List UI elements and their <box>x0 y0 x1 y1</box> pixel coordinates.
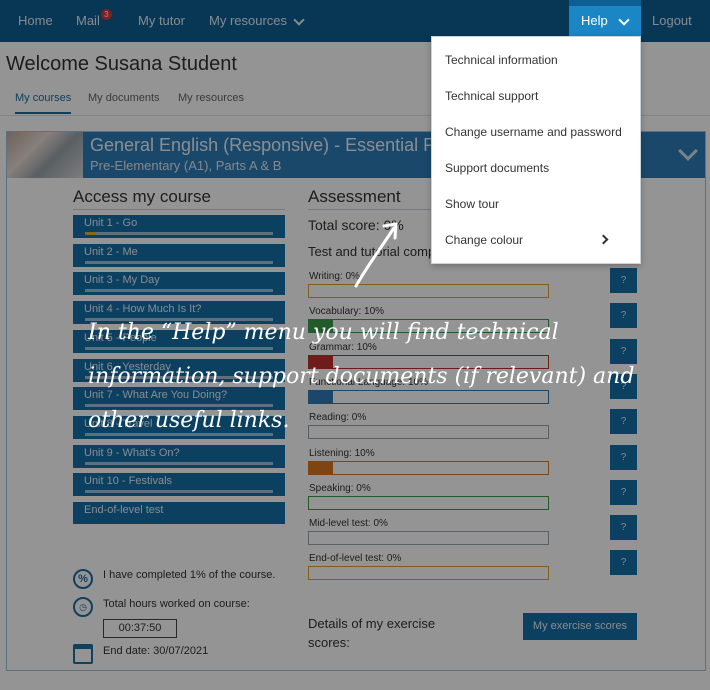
menu-technical-information[interactable]: Technical information <box>445 53 558 67</box>
tour-arrow-icon <box>354 222 398 288</box>
chevron-right-icon <box>598 234 609 245</box>
help-label: Help <box>581 13 608 28</box>
menu-technical-support[interactable]: Technical support <box>445 89 538 103</box>
menu-support-documents[interactable]: Support documents <box>445 161 549 175</box>
chevron-down-icon <box>618 14 630 26</box>
help-menu: Technical information Technical support … <box>431 36 641 264</box>
menu-change-colour-label: Change colour <box>445 233 524 247</box>
menu-show-tour[interactable]: Show tour <box>445 197 499 211</box>
menu-change-username-password[interactable]: Change username and password <box>445 125 622 139</box>
menu-change-colour[interactable]: Change colour <box>445 233 629 247</box>
help-button[interactable]: Help <box>569 6 641 36</box>
tour-message: In the “Help” menu you will find technic… <box>88 320 635 433</box>
tour-overlay-nav-right <box>641 0 710 42</box>
